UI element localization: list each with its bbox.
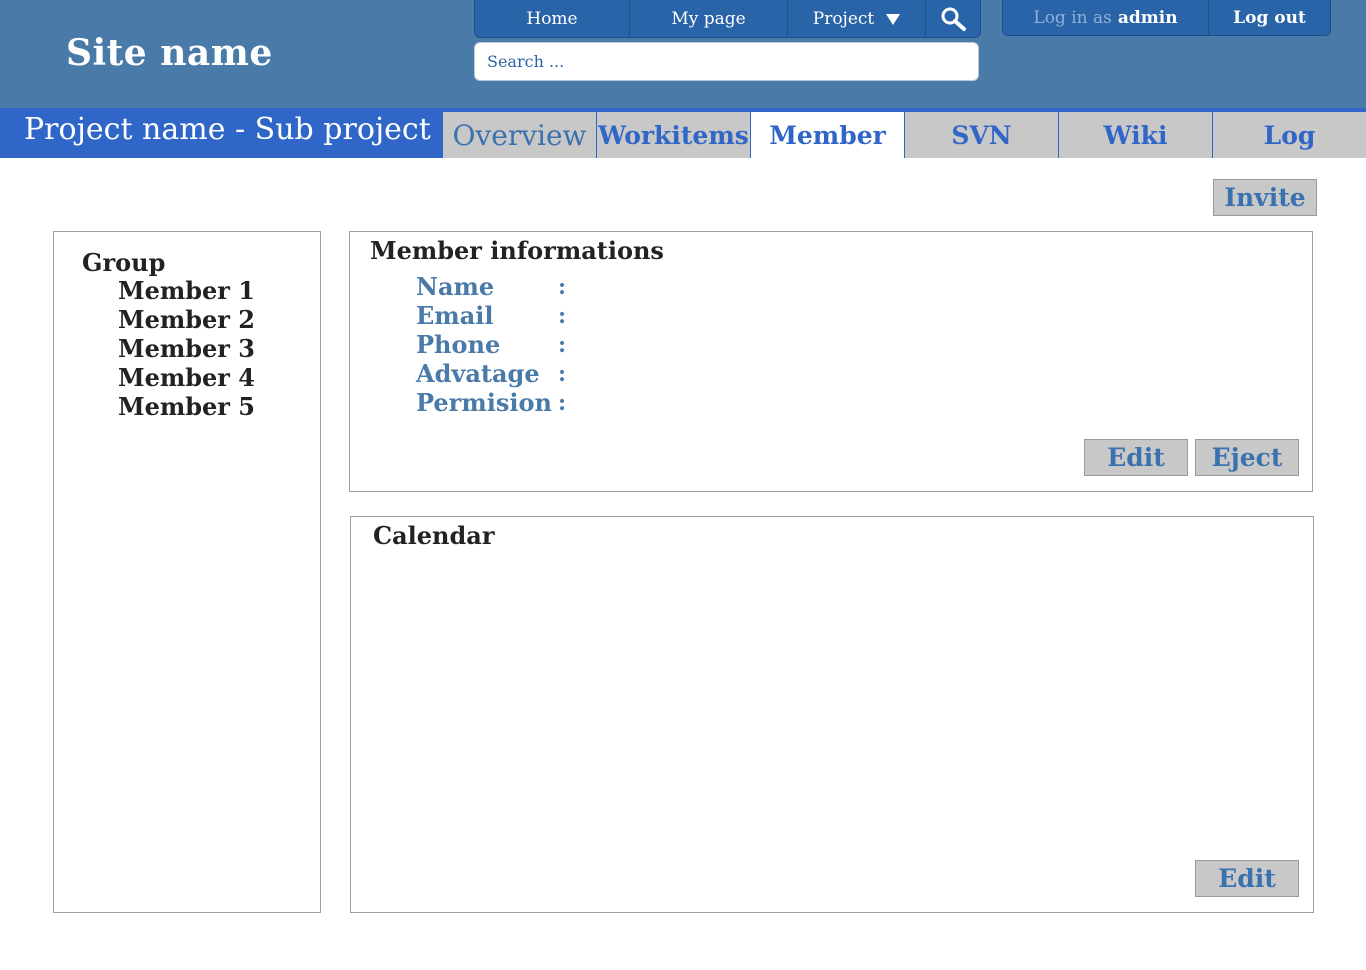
project-tabs: Overview Workitems Member SVN Wiki Log [442,112,1366,158]
edit-calendar-button[interactable]: Edit [1195,860,1299,897]
project-title: Project name - Sub project [24,112,431,147]
nav-my-page[interactable]: My page [630,0,788,37]
site-header: Site name Home My page Project Log in as… [0,0,1366,108]
group-panel: Group Member 1 Member 2 Member 3 Member … [53,231,321,913]
field-advantage-row: Advatage : [416,359,578,388]
field-colon: : [558,360,567,387]
field-label: Advatage [416,359,540,388]
member-item[interactable]: Member 2 [118,305,255,334]
top-nav: Home My page Project [474,0,981,38]
field-colon: : [558,273,567,300]
calendar-title: Calendar [373,521,495,550]
eject-member-button[interactable]: Eject [1195,439,1299,476]
member-info-title: Member informations [370,236,664,265]
tab-wiki[interactable]: Wiki [1058,112,1212,158]
member-item[interactable]: Member 4 [118,363,255,392]
search-icon [941,7,966,31]
field-permission-row: Permision : [416,388,578,417]
login-prefix: Log in as [1033,7,1112,28]
member-item[interactable]: Member 5 [118,392,255,421]
nav-project-label: Project [812,8,875,29]
search-input[interactable] [474,42,979,81]
user-nav: Log in as admin Log out [1002,0,1331,36]
field-label: Phone [416,330,501,359]
member-info-panel: Member informations Name : Email : Phone… [349,231,1313,492]
field-label: Name [416,272,495,301]
search-button[interactable] [926,0,980,37]
site-name[interactable]: Site name [66,32,273,74]
username-link[interactable]: admin [1118,8,1178,28]
member-list: Member 1 Member 2 Member 3 Member 4 Memb… [118,276,255,421]
member-fields: Name : Email : Phone : Advatage : Permis… [416,272,578,417]
group-title[interactable]: Group [82,248,165,277]
project-bar: Project name - Sub project Overview Work… [0,108,1366,158]
tab-log[interactable]: Log [1212,112,1366,158]
edit-member-button[interactable]: Edit [1084,439,1188,476]
calendar-panel: Calendar Edit [350,516,1314,913]
tab-workitems[interactable]: Workitems [596,112,750,158]
field-name-row: Name : [416,272,578,301]
invite-button[interactable]: Invite [1213,179,1317,216]
tab-overview[interactable]: Overview [442,112,596,158]
login-status: Log in as admin [1003,0,1209,35]
logout-button[interactable]: Log out [1209,0,1330,35]
member-item[interactable]: Member 1 [118,276,255,305]
nav-project-dropdown[interactable]: Project [788,0,926,37]
field-email-row: Email : [416,301,578,330]
caret-down-icon [886,14,901,25]
tab-svn[interactable]: SVN [904,112,1058,158]
tab-member[interactable]: Member [750,112,904,158]
field-label: Permision [416,388,552,417]
field-colon: : [558,331,567,358]
nav-home[interactable]: Home [475,0,630,37]
field-label: Email [416,301,494,330]
field-colon: : [558,302,567,329]
field-phone-row: Phone : [416,330,578,359]
member-item[interactable]: Member 3 [118,334,255,363]
field-colon: : [558,389,567,416]
